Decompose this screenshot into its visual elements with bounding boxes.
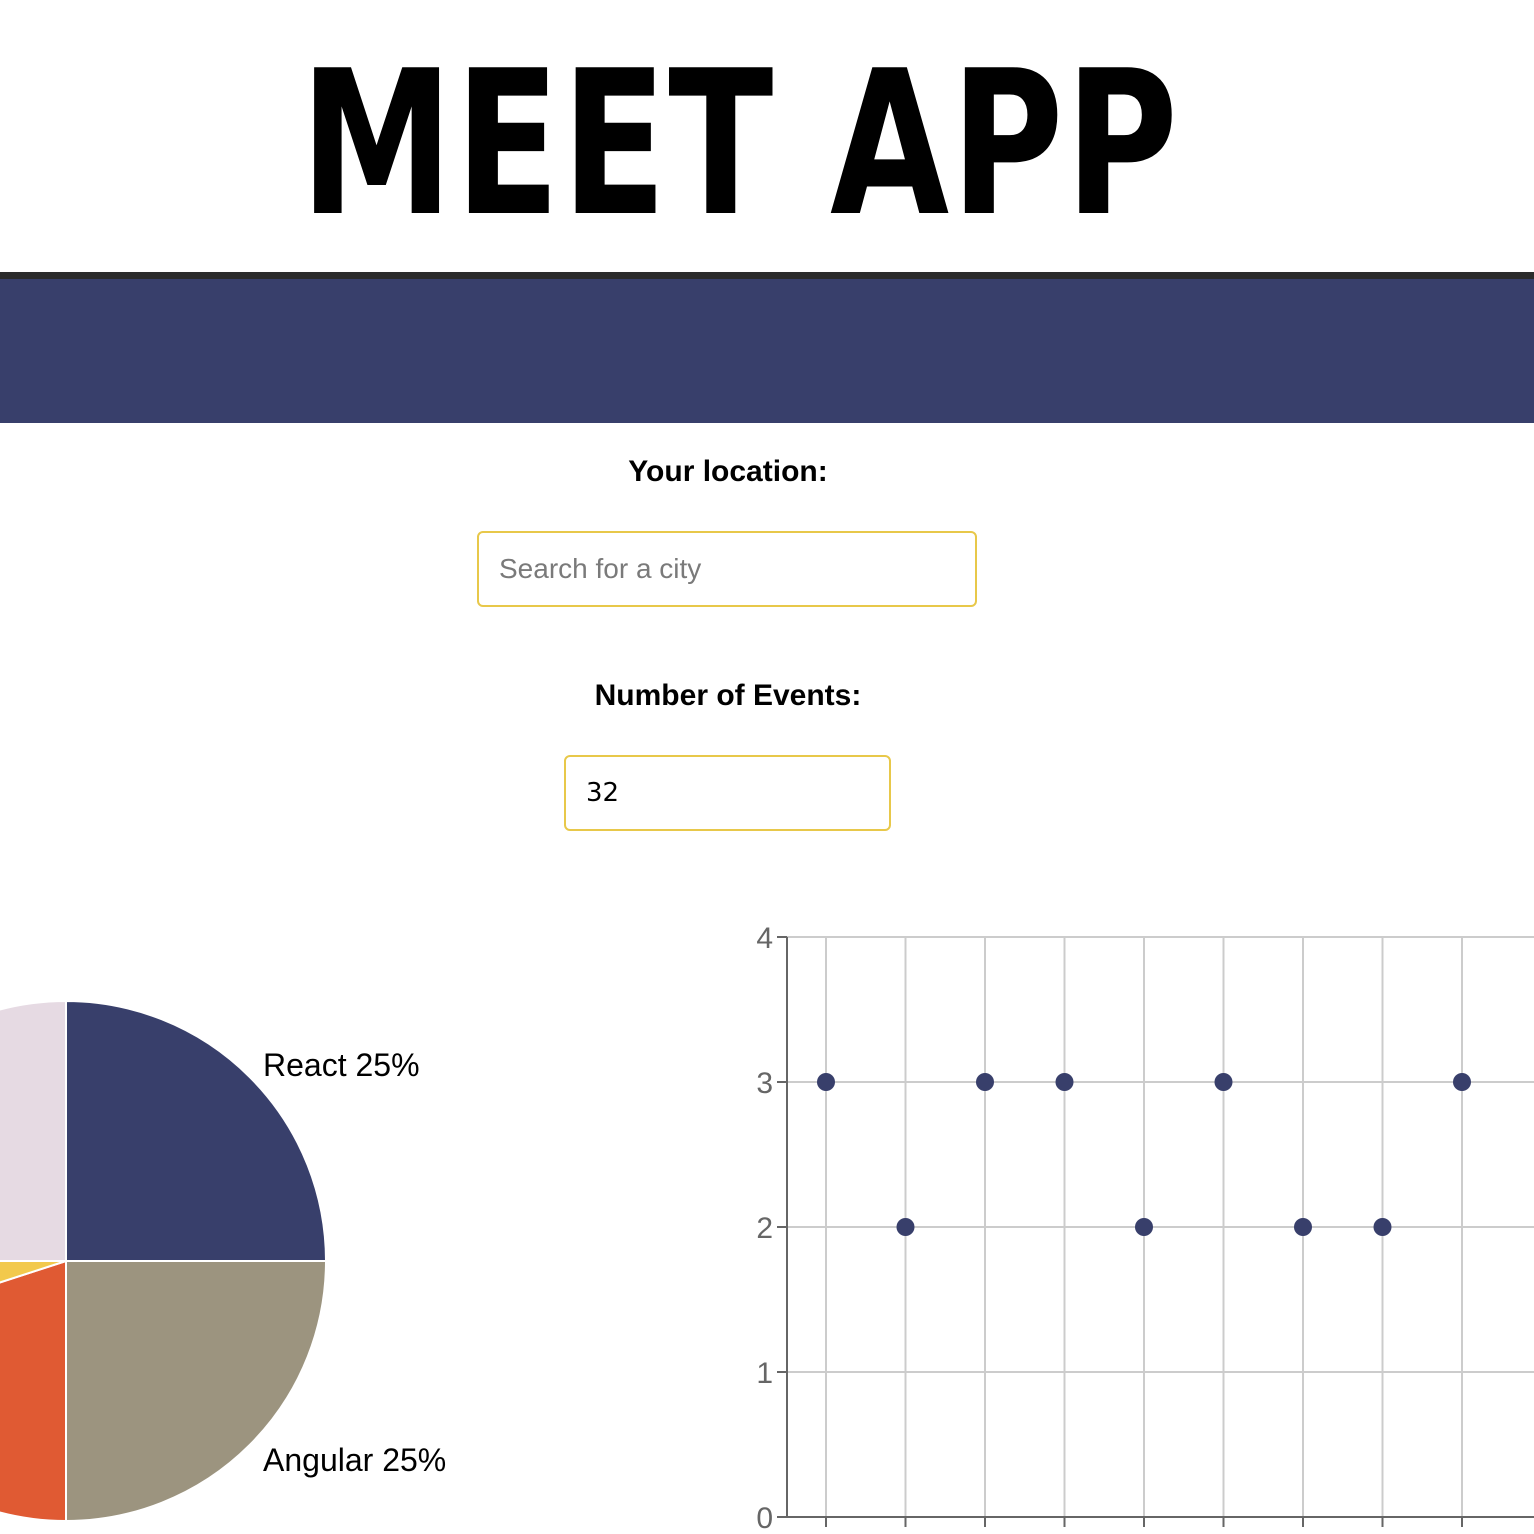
pie-slice-label: React 25%	[263, 1047, 420, 1083]
location-label: Your location:	[628, 455, 828, 488]
scatter-point	[896, 1218, 915, 1236]
scatter-point	[1214, 1073, 1233, 1091]
pie-slice-label: Angular 25%	[263, 1442, 446, 1478]
scatter-point	[1135, 1218, 1153, 1236]
y-tick-label: 1	[756, 1357, 773, 1390]
app-title: MEET APP	[300, 28, 1180, 261]
pie-slice	[65, 999, 328, 1262]
y-tick-label: 0	[756, 1502, 773, 1534]
pie-slice	[0, 1260, 67, 1284]
scatter-point	[976, 1073, 994, 1091]
events-scatter-chart: 0 1 2 3 4	[756, 922, 1534, 1534]
number-of-events-label: Number of Events:	[594, 679, 862, 712]
meet-app-page: MEET APP Your location: Number of Events…	[0, 0, 1534, 1534]
banner-band	[0, 279, 1534, 423]
y-tick-label: 4	[756, 922, 773, 955]
scatter-point	[1294, 1218, 1312, 1236]
city-search-input[interactable]	[477, 531, 977, 607]
pie-slice	[0, 1259, 67, 1523]
genre-pie-chart: React 25% Angular 25%	[0, 999, 446, 1523]
scatter-point	[817, 1073, 835, 1091]
y-tick-label: 3	[756, 1067, 773, 1100]
scatter-point	[1453, 1073, 1471, 1091]
scatter-point	[1055, 1073, 1074, 1091]
header-divider	[0, 272, 1534, 279]
y-tick-label: 2	[756, 1212, 773, 1245]
pie-slice	[0, 999, 67, 1262]
pie-slice	[65, 1260, 328, 1523]
number-of-events-input[interactable]	[564, 755, 891, 831]
scatter-point	[1373, 1218, 1392, 1236]
app-header: MEET APP	[0, 0, 1534, 272]
